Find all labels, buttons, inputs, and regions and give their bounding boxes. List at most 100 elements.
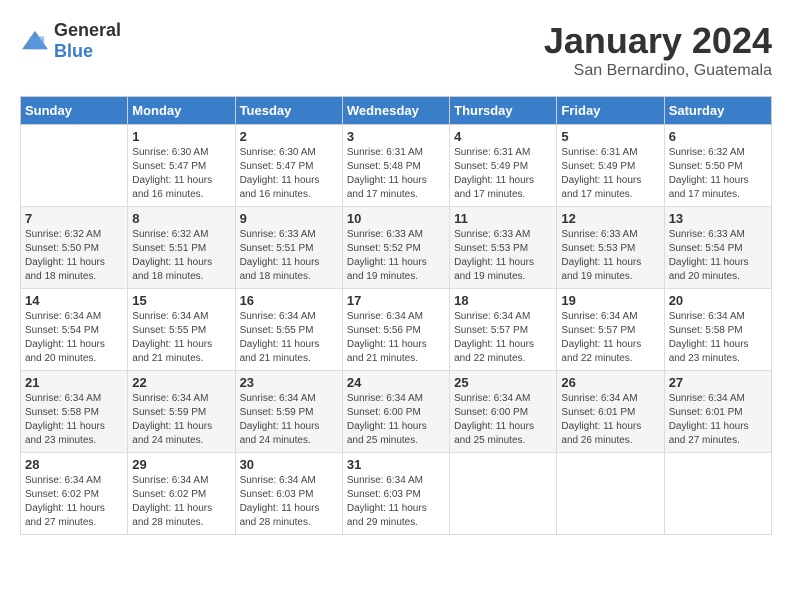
day-info: Sunrise: 6:31 AMSunset: 5:49 PMDaylight:… (561, 146, 659, 202)
week-row-1: 1Sunrise: 6:30 AMSunset: 5:47 PMDaylight… (21, 125, 772, 207)
days-header-row: SundayMondayTuesdayWednesdayThursdayFrid… (21, 97, 772, 125)
day-info: Sunrise: 6:32 AMSunset: 5:51 PMDaylight:… (132, 228, 230, 284)
calendar-cell: 14 Sunrise: 6:34 AMSunset: 5:54 PMDayligh… (21, 289, 128, 371)
day-info: Sunrise: 6:34 AMSunset: 6:00 PMDaylight:… (347, 392, 445, 448)
title-area: January 2024 San Bernardino, Guatemala (544, 20, 772, 80)
calendar-cell: 27Sunrise: 6:34 AMSunset: 6:01 PMDayligh… (664, 371, 771, 453)
calendar-cell: 5 Sunrise: 6:31 AMSunset: 5:49 PMDaylight… (557, 125, 664, 207)
day-number: 29 (132, 457, 230, 472)
day-number: 18 (454, 293, 552, 308)
calendar-cell: 3 Sunrise: 6:31 AMSunset: 5:48 PMDaylight… (342, 125, 449, 207)
day-number: 19 (561, 293, 659, 308)
calendar-cell (450, 453, 557, 535)
calendar-cell: 23Sunrise: 6:34 AMSunset: 5:59 PMDayligh… (235, 371, 342, 453)
day-number: 28 (25, 457, 123, 472)
day-info: Sunrise: 6:34 AMSunset: 6:02 PMDaylight:… (132, 474, 230, 530)
day-number: 31 (347, 457, 445, 472)
day-number: 10 (347, 211, 445, 226)
calendar-cell: 1Sunrise: 6:30 AMSunset: 5:47 PMDaylight… (128, 125, 235, 207)
day-header-saturday: Saturday (664, 97, 771, 125)
calendar-cell: 24Sunrise: 6:34 AMSunset: 6:00 PMDayligh… (342, 371, 449, 453)
day-number: 7 (25, 211, 123, 226)
day-header-monday: Monday (128, 97, 235, 125)
calendar-subtitle: San Bernardino, Guatemala (544, 62, 772, 80)
day-header-tuesday: Tuesday (235, 97, 342, 125)
day-number: 25 (454, 375, 552, 390)
logo-icon (20, 29, 50, 53)
day-number: 20 (669, 293, 767, 308)
day-info: Sunrise: 6:34 AMSunset: 6:03 PMDaylight:… (240, 474, 338, 530)
day-number: 2 (240, 129, 338, 144)
day-number: 12 (561, 211, 659, 226)
calendar-table: SundayMondayTuesdayWednesdayThursdayFrid… (20, 96, 772, 535)
day-number: 8 (132, 211, 230, 226)
day-info: Sunrise: 6:34 AMSunset: 5:59 PMDaylight:… (240, 392, 338, 448)
calendar-cell: 9Sunrise: 6:33 AMSunset: 5:51 PMDaylight… (235, 207, 342, 289)
day-header-sunday: Sunday (21, 97, 128, 125)
calendar-cell: 15Sunrise: 6:34 AMSunset: 5:55 PMDayligh… (128, 289, 235, 371)
day-info: Sunrise: 6:34 AMSunset: 6:00 PMDaylight:… (454, 392, 552, 448)
day-info: Sunrise: 6:34 AMSunset: 5:55 PMDaylight:… (132, 310, 230, 366)
calendar-cell (557, 453, 664, 535)
calendar-cell: 19 Sunrise: 6:34 AMSunset: 5:57 PMDayligh… (557, 289, 664, 371)
day-number: 30 (240, 457, 338, 472)
day-info: Sunrise: 6:33 AMSunset: 5:51 PMDaylight:… (240, 228, 338, 284)
day-info: Sunrise: 6:31 AMSunset: 5:48 PMDaylight:… (347, 146, 445, 202)
calendar-cell: 7 Sunrise: 6:32 AMSunset: 5:50 PMDaylight… (21, 207, 128, 289)
day-info: Sunrise: 6:34 AMSunset: 5:54 PMDaylight:… (25, 310, 123, 366)
day-number: 22 (132, 375, 230, 390)
day-info: Sunrise: 6:33 AMSunset: 5:54 PMDaylight:… (669, 228, 767, 284)
day-info: Sunrise: 6:32 AMSunset: 5:50 PMDaylight:… (669, 146, 767, 202)
day-info: Sunrise: 6:34 AMSunset: 5:58 PMDaylight:… (25, 392, 123, 448)
calendar-cell: 4 Sunrise: 6:31 AMSunset: 5:49 PMDaylight… (450, 125, 557, 207)
day-info: Sunrise: 6:34 AMSunset: 5:57 PMDaylight:… (561, 310, 659, 366)
calendar-cell: 21 Sunrise: 6:34 AMSunset: 5:58 PMDayligh… (21, 371, 128, 453)
calendar-cell: 8 Sunrise: 6:32 AMSunset: 5:51 PMDaylight… (128, 207, 235, 289)
calendar-cell: 13 Sunrise: 6:33 AMSunset: 5:54 PMDayligh… (664, 207, 771, 289)
day-number: 14 (25, 293, 123, 308)
header: General Blue January 2024 San Bernardino… (20, 20, 772, 80)
day-header-wednesday: Wednesday (342, 97, 449, 125)
day-info: Sunrise: 6:34 AMSunset: 5:58 PMDaylight:… (669, 310, 767, 366)
day-number: 5 (561, 129, 659, 144)
calendar-cell: 22Sunrise: 6:34 AMSunset: 5:59 PMDayligh… (128, 371, 235, 453)
day-info: Sunrise: 6:34 AMSunset: 5:55 PMDaylight:… (240, 310, 338, 366)
day-info: Sunrise: 6:34 AMSunset: 5:56 PMDaylight:… (347, 310, 445, 366)
day-info: Sunrise: 6:33 AMSunset: 5:53 PMDaylight:… (561, 228, 659, 284)
day-info: Sunrise: 6:34 AMSunset: 6:02 PMDaylight:… (25, 474, 123, 530)
week-row-3: 14 Sunrise: 6:34 AMSunset: 5:54 PMDayligh… (21, 289, 772, 371)
calendar-cell: 26Sunrise: 6:34 AMSunset: 6:01 PMDayligh… (557, 371, 664, 453)
calendar-cell: 16 Sunrise: 6:34 AMSunset: 5:55 PMDayligh… (235, 289, 342, 371)
calendar-cell (21, 125, 128, 207)
calendar-cell: 31Sunrise: 6:34 AMSunset: 6:03 PMDayligh… (342, 453, 449, 535)
week-row-5: 28 Sunrise: 6:34 AMSunset: 6:02 PMDayligh… (21, 453, 772, 535)
day-number: 16 (240, 293, 338, 308)
calendar-cell (664, 453, 771, 535)
day-number: 27 (669, 375, 767, 390)
calendar-cell: 28 Sunrise: 6:34 AMSunset: 6:02 PMDayligh… (21, 453, 128, 535)
calendar-cell: 10 Sunrise: 6:33 AMSunset: 5:52 PMDayligh… (342, 207, 449, 289)
day-info: Sunrise: 6:31 AMSunset: 5:49 PMDaylight:… (454, 146, 552, 202)
day-number: 21 (25, 375, 123, 390)
day-number: 4 (454, 129, 552, 144)
day-number: 17 (347, 293, 445, 308)
day-info: Sunrise: 6:33 AMSunset: 5:52 PMDaylight:… (347, 228, 445, 284)
calendar-cell: 25 Sunrise: 6:34 AMSunset: 6:00 PMDayligh… (450, 371, 557, 453)
day-number: 13 (669, 211, 767, 226)
calendar-cell: 12 Sunrise: 6:33 AMSunset: 5:53 PMDayligh… (557, 207, 664, 289)
day-info: Sunrise: 6:34 AMSunset: 6:01 PMDaylight:… (561, 392, 659, 448)
calendar-cell: 29 Sunrise: 6:34 AMSunset: 6:02 PMDayligh… (128, 453, 235, 535)
logo-general-text: General (54, 20, 121, 40)
calendar-title: January 2024 (544, 20, 772, 62)
day-info: Sunrise: 6:30 AMSunset: 5:47 PMDaylight:… (132, 146, 230, 202)
logo-blue-text: Blue (54, 41, 93, 61)
calendar-cell: 11Sunrise: 6:33 AMSunset: 5:53 PMDayligh… (450, 207, 557, 289)
day-info: Sunrise: 6:32 AMSunset: 5:50 PMDaylight:… (25, 228, 123, 284)
calendar-cell: 20 Sunrise: 6:34 AMSunset: 5:58 PMDayligh… (664, 289, 771, 371)
calendar-cell: 6Sunrise: 6:32 AMSunset: 5:50 PMDaylight… (664, 125, 771, 207)
calendar-cell: 17 Sunrise: 6:34 AMSunset: 5:56 PMDayligh… (342, 289, 449, 371)
day-number: 3 (347, 129, 445, 144)
calendar-cell: 18 Sunrise: 6:34 AMSunset: 5:57 PMDayligh… (450, 289, 557, 371)
day-header-friday: Friday (557, 97, 664, 125)
day-info: Sunrise: 6:34 AMSunset: 5:57 PMDaylight:… (454, 310, 552, 366)
